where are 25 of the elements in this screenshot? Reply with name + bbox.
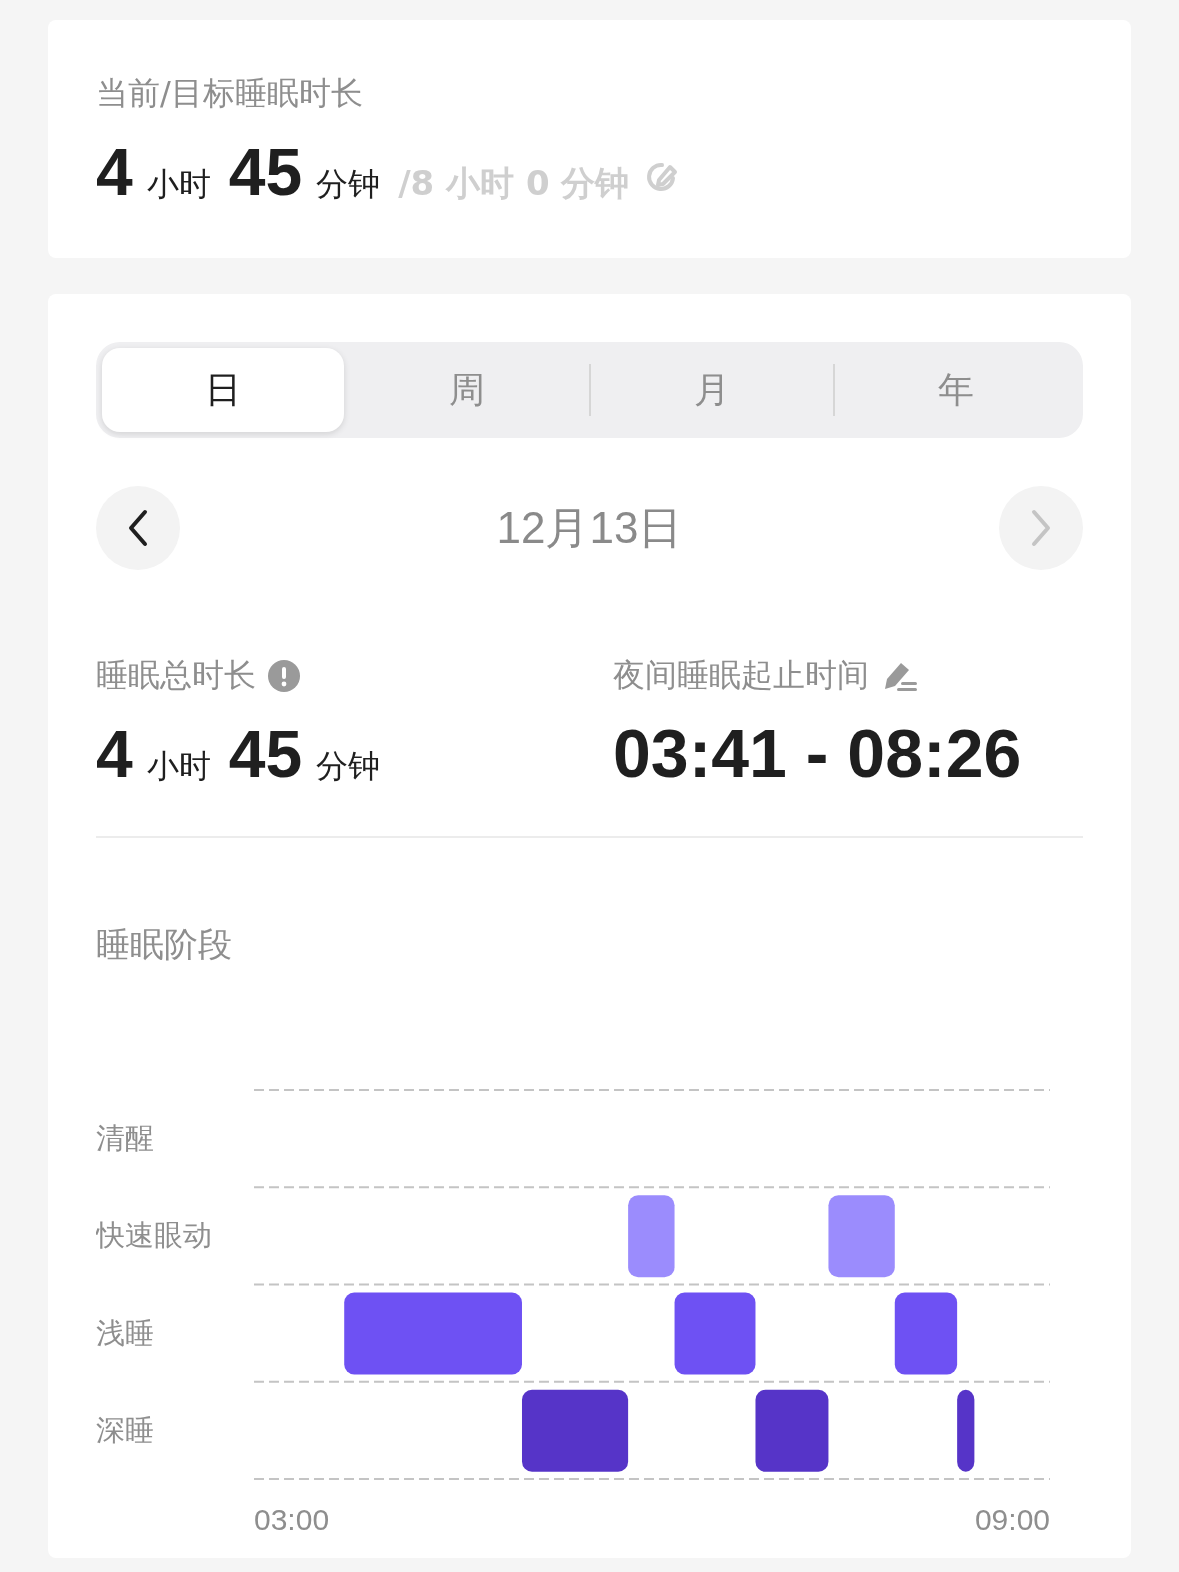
time-range: 03:41 - 08:26 (613, 714, 1023, 792)
section-title: 睡眠阶段 (96, 923, 233, 966)
axis-label: 深睡 (96, 1412, 154, 1447)
period-tab[interactable]: 日 (102, 348, 345, 432)
period-tab[interactable]: 周 (346, 348, 589, 432)
minutes-value: 45 (228, 134, 303, 210)
hours-unit: 小时 (146, 746, 211, 787)
hours-value: 4 (96, 716, 133, 792)
period-tab[interactable]: 年 (834, 348, 1077, 432)
info-icon[interactable] (268, 660, 300, 692)
axis-label: 浅睡 (96, 1315, 154, 1350)
minutes-unit: 分钟 (316, 164, 381, 205)
axis-label: 清醒 (96, 1121, 154, 1155)
stat-label: 夜间睡眠起止时间 (613, 655, 869, 696)
axis-label: 快速眼动 (96, 1218, 212, 1253)
minutes-unit: 分钟 (316, 746, 381, 787)
axis-label: 09:00 (974, 1503, 1050, 1536)
hours-unit: 小时 (146, 164, 211, 205)
card-title: 当前/目标睡眠时长 (96, 74, 363, 112)
minutes-value: 45 (228, 716, 303, 792)
period-tab[interactable]: 月 (590, 348, 833, 432)
axis-label: 03:00 (254, 1503, 330, 1536)
stat-label: 睡眠总时长 (96, 655, 256, 696)
date-label: 12月13日 (496, 501, 683, 554)
hours-value: 4 (96, 134, 133, 210)
